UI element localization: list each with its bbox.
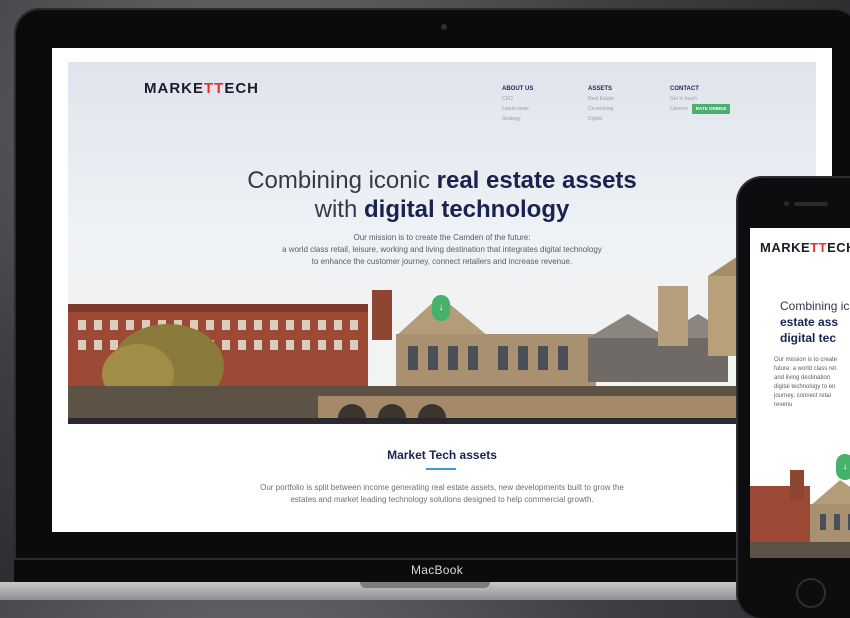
phone-headline-line2: estate ass — [780, 315, 839, 329]
logo-text-part3: ECH — [224, 80, 259, 97]
nav-link-get-in-touch[interactable]: Get in touch — [670, 94, 730, 104]
headline-line1-plain: Combining iconic — [247, 167, 437, 194]
phone-logo-part3: ECH — [827, 240, 850, 255]
phone-headline-bold-wrap-2: digital tec — [780, 330, 850, 346]
phone-headline-line3: digital tec — [780, 331, 837, 345]
phone-mission-line-4: digital technology to en — [774, 384, 836, 390]
phone-mockup: MARKETTECH Combining ic estate ass digit… — [738, 178, 850, 618]
laptop-mockup: MARKETTECH ABOUT US CEO Latest news Stra… — [0, 0, 850, 600]
phone-logo-accent: TT — [810, 240, 828, 255]
phone-mission: Our mission is to create future: a world… — [774, 356, 850, 410]
section-divider — [426, 468, 456, 470]
headline-line2-plain: with — [314, 196, 364, 223]
phone-mission-line-2: future: a world class ret — [774, 366, 837, 372]
logo-text-part1: MARKE — [144, 80, 204, 97]
phone-logo-part1: MARKE — [760, 240, 811, 255]
macbook-label: MacBook — [410, 563, 464, 577]
phone-scroll-down-button[interactable]: ↓ — [836, 454, 850, 480]
phone-mission-line-3: and living destination — [774, 375, 831, 381]
nav-link-real-estate[interactable]: Real Estate — [588, 94, 614, 104]
assets-text-line-2: estates and market leading technology so… — [290, 495, 594, 504]
phone-mission-line-5: journey, connect retai — [774, 393, 831, 399]
phone-headline-bold-wrap: estate ass — [780, 314, 850, 330]
phone-home-button[interactable] — [796, 578, 826, 608]
nav-heading-about-us[interactable]: ABOUT US — [502, 84, 533, 94]
site-logo[interactable]: MARKETTECH — [144, 80, 259, 97]
laptop-notch — [360, 582, 490, 588]
mission-line-3: to enhance the customer journey, connect… — [311, 257, 573, 266]
phone-headline-line1: Combining ic — [780, 299, 850, 313]
nav-link-careers-label[interactable]: Careers — [670, 106, 688, 112]
nav-heading-assets[interactable]: ASSETS — [588, 84, 614, 94]
website: MARKETTECH ABOUT US CEO Latest news Stra… — [52, 48, 832, 532]
nav-about-us: ABOUT US CEO Latest news Strategy — [502, 84, 533, 124]
nav-link-careers: Careers RATE ONBIKE — [670, 104, 731, 114]
nav-link-latest-news[interactable]: Latest news — [502, 104, 533, 114]
laptop-chin: MacBook — [14, 560, 850, 582]
camden-market-photo — [68, 256, 816, 424]
phone-camera-icon — [784, 201, 789, 206]
nav-link-ceo[interactable]: CEO — [502, 94, 533, 104]
laptop-base — [0, 582, 850, 600]
phone-camden-photo — [750, 470, 850, 558]
assets-section-text: Our portfolio is split between income ge… — [52, 482, 832, 506]
phone-mission-line-1: Our mission is to create — [774, 357, 838, 363]
phone-speaker — [794, 202, 828, 206]
phone-mission-line-6: revenu — [774, 402, 793, 408]
phone-site-logo[interactable]: MARKETTECH — [760, 240, 850, 255]
assets-section-title: Market Tech assets — [387, 448, 497, 462]
hero-headline: Combining iconic real estate assets with… — [52, 166, 832, 224]
nav-assets: ASSETS Real Estate Co-working Digital — [588, 84, 614, 124]
nav-link-strategy[interactable]: Strategy — [502, 114, 533, 124]
camera-icon — [441, 24, 447, 30]
logo-text-accent: TT — [204, 80, 225, 97]
nav-heading-contact[interactable]: CONTACT — [670, 84, 730, 94]
laptop-lid: MARKETTECH ABOUT US CEO Latest news Stra… — [14, 8, 850, 560]
phone-chevron-down-icon: ↓ — [842, 461, 848, 472]
nav-link-co-working[interactable]: Co-working — [588, 104, 614, 114]
phone-screen: MARKETTECH Combining ic estate ass digit… — [750, 228, 850, 558]
mission-line-2: a world class retail, leisure, working a… — [282, 245, 602, 254]
scroll-down-button[interactable]: ↓ — [432, 295, 450, 321]
nav-link-digital[interactable]: Digital — [588, 114, 614, 124]
laptop-screen: MARKETTECH ABOUT US CEO Latest news Stra… — [52, 48, 832, 532]
nav-cta-button[interactable]: RATE ONBIKE — [691, 104, 731, 114]
chevron-down-icon: ↓ — [438, 302, 444, 313]
hero-mission: Our mission is to create the Camden of t… — [52, 232, 832, 268]
phone-headline: Combining ic estate ass digital tec — [780, 298, 850, 346]
mission-line-1: Our mission is to create the Camden of t… — [353, 233, 531, 242]
nav-contact: CONTACT Get in touch Careers RATE ONBIKE — [670, 84, 731, 114]
headline-line1-bold: real estate assets — [436, 167, 637, 194]
assets-text-line-1: Our portfolio is split between income ge… — [260, 483, 624, 492]
headline-line2-bold: digital technology — [364, 196, 570, 223]
